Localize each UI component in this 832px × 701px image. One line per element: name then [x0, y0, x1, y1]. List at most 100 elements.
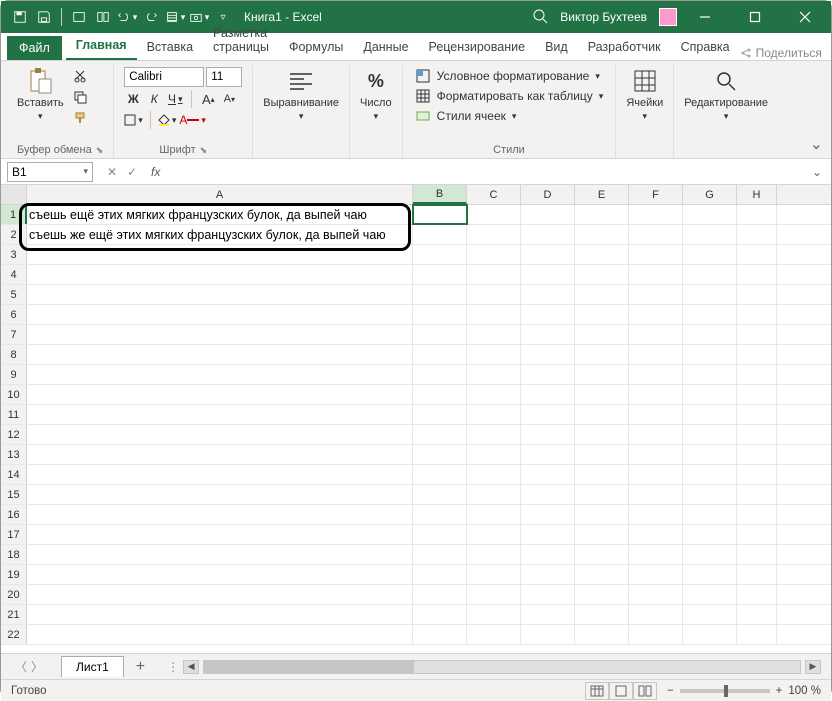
- cell[interactable]: [683, 225, 737, 244]
- horizontal-scrollbar[interactable]: [203, 660, 801, 674]
- number-button[interactable]: % Число ▾: [360, 67, 392, 122]
- tab-view[interactable]: Вид: [535, 34, 578, 60]
- cell[interactable]: [467, 445, 521, 464]
- cell[interactable]: [27, 445, 413, 464]
- cell[interactable]: [413, 405, 467, 424]
- enter-formula-icon[interactable]: ✓: [123, 165, 141, 179]
- row-header[interactable]: 1: [1, 205, 27, 224]
- col-header-D[interactable]: D: [521, 185, 575, 204]
- cell[interactable]: [521, 605, 575, 624]
- cell[interactable]: [737, 285, 777, 304]
- cell[interactable]: [467, 605, 521, 624]
- cell[interactable]: [413, 505, 467, 524]
- add-sheet-button[interactable]: +: [124, 658, 157, 676]
- cell[interactable]: [575, 245, 629, 264]
- cell[interactable]: [629, 205, 683, 224]
- cell[interactable]: [575, 425, 629, 444]
- cell[interactable]: [683, 585, 737, 604]
- cell[interactable]: [629, 225, 683, 244]
- cell[interactable]: [629, 325, 683, 344]
- cell[interactable]: [575, 405, 629, 424]
- cell[interactable]: [683, 405, 737, 424]
- cell[interactable]: [683, 345, 737, 364]
- cell[interactable]: [521, 365, 575, 384]
- cell[interactable]: [683, 245, 737, 264]
- cut-icon[interactable]: [70, 67, 90, 85]
- cell[interactable]: [467, 205, 521, 224]
- cell[interactable]: [413, 465, 467, 484]
- cell[interactable]: [737, 625, 777, 644]
- col-header-H[interactable]: H: [737, 185, 777, 204]
- format-painter-icon[interactable]: [70, 109, 90, 127]
- cell[interactable]: [467, 265, 521, 284]
- cell[interactable]: [629, 585, 683, 604]
- alignment-button[interactable]: Выравнивание ▾: [263, 67, 339, 122]
- row-header[interactable]: 3: [1, 245, 27, 264]
- cell[interactable]: [683, 565, 737, 584]
- bold-button[interactable]: Ж: [124, 90, 142, 108]
- cell[interactable]: [27, 265, 413, 284]
- col-header-A[interactable]: A: [27, 185, 413, 204]
- user-name[interactable]: Виктор Бухтеев: [560, 10, 647, 24]
- tab-home[interactable]: Главная: [66, 32, 137, 60]
- cell[interactable]: [521, 285, 575, 304]
- cell[interactable]: [629, 465, 683, 484]
- cell[interactable]: [737, 445, 777, 464]
- tab-layout[interactable]: Разметка страницы: [203, 20, 279, 60]
- cell[interactable]: [683, 305, 737, 324]
- cell[interactable]: [413, 285, 467, 304]
- cell[interactable]: [683, 505, 737, 524]
- row-header[interactable]: 8: [1, 345, 27, 364]
- cell[interactable]: [467, 465, 521, 484]
- tab-file[interactable]: Файл: [7, 36, 62, 60]
- scroll-right-icon[interactable]: ▶: [805, 660, 821, 674]
- cell[interactable]: [737, 245, 777, 264]
- row-header[interactable]: 10: [1, 385, 27, 404]
- cell[interactable]: [27, 625, 413, 644]
- cell[interactable]: [575, 625, 629, 644]
- cell[interactable]: [27, 425, 413, 444]
- cell[interactable]: [413, 205, 467, 224]
- zoom-in-button[interactable]: +: [776, 685, 783, 697]
- tab-review[interactable]: Рецензирование: [419, 34, 536, 60]
- cell[interactable]: [413, 625, 467, 644]
- cell[interactable]: [629, 525, 683, 544]
- cell[interactable]: [521, 505, 575, 524]
- tab-insert[interactable]: Вставка: [137, 34, 203, 60]
- cell[interactable]: съешь же ещё этих мягких французских бул…: [27, 225, 413, 244]
- cell[interactable]: [27, 465, 413, 484]
- expand-formula-bar-icon[interactable]: ⌄: [811, 165, 831, 179]
- cell[interactable]: [575, 445, 629, 464]
- cell[interactable]: [683, 605, 737, 624]
- cell[interactable]: [683, 365, 737, 384]
- cell[interactable]: [737, 565, 777, 584]
- row-header[interactable]: 15: [1, 485, 27, 504]
- cell[interactable]: [27, 365, 413, 384]
- search-icon[interactable]: [532, 8, 548, 27]
- cell[interactable]: [683, 465, 737, 484]
- cell[interactable]: [629, 445, 683, 464]
- cell[interactable]: [683, 265, 737, 284]
- cell[interactable]: [737, 465, 777, 484]
- cell[interactable]: [737, 385, 777, 404]
- cell[interactable]: [575, 485, 629, 504]
- cell[interactable]: [467, 405, 521, 424]
- col-header-F[interactable]: F: [629, 185, 683, 204]
- row-header[interactable]: 11: [1, 405, 27, 424]
- cell[interactable]: [575, 205, 629, 224]
- cell[interactable]: [629, 405, 683, 424]
- cell[interactable]: [683, 525, 737, 544]
- cell[interactable]: [27, 245, 413, 264]
- cell[interactable]: [737, 605, 777, 624]
- tab-help[interactable]: Справка: [671, 34, 740, 60]
- cell[interactable]: [467, 545, 521, 564]
- row-header[interactable]: 14: [1, 465, 27, 484]
- col-header-C[interactable]: C: [467, 185, 521, 204]
- cell[interactable]: [683, 485, 737, 504]
- cell[interactable]: [575, 385, 629, 404]
- cell[interactable]: [683, 285, 737, 304]
- decrease-font-icon[interactable]: A▾: [220, 90, 238, 108]
- cell[interactable]: [467, 365, 521, 384]
- cell[interactable]: [521, 405, 575, 424]
- close-button[interactable]: [783, 1, 827, 33]
